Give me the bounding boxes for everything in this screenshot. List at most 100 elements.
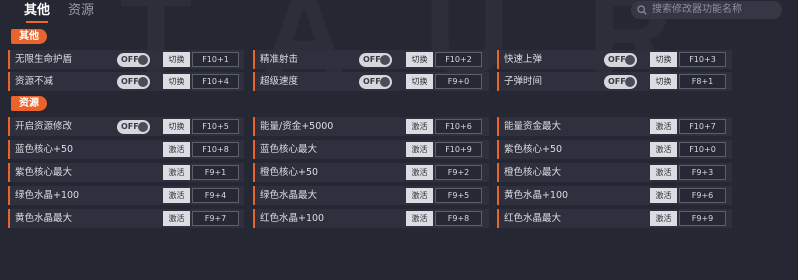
cheat-label: 开启资源修改 xyxy=(15,121,73,132)
cheat-label: 能量/资金+5000 xyxy=(260,121,334,132)
switch-button[interactable]: 切换 xyxy=(163,119,190,134)
hotkey-field[interactable]: F10+3 xyxy=(679,52,726,67)
toggle-knob xyxy=(380,55,390,65)
activate-button[interactable]: 激活 xyxy=(406,165,433,180)
cheat-row: 橙色核心+50 激活 F9+2 xyxy=(253,163,489,182)
off-toggle[interactable]: OFF xyxy=(604,75,637,89)
section-label-1: 资源 xyxy=(11,96,47,111)
cheat-row: 橙色核心最大 激活 F9+3 xyxy=(497,163,732,182)
cheat-row: 绿色水晶最大 激活 F9+5 xyxy=(253,186,489,205)
activate-button[interactable]: 激活 xyxy=(163,165,190,180)
switch-button[interactable]: 切换 xyxy=(650,52,677,67)
top-bar: 其他 资源 搜索修改器功能名称 xyxy=(0,0,798,24)
off-toggle[interactable]: OFF xyxy=(359,53,392,67)
cheat-label: 蓝色核心最大 xyxy=(260,144,318,155)
section-label-0: 其他 xyxy=(11,29,47,44)
hotkey-field[interactable]: F9+9 xyxy=(679,211,726,226)
toggle-state-text: OFF xyxy=(121,55,139,64)
hotkey-field[interactable]: F9+0 xyxy=(435,74,482,89)
cheat-row: 黄色水晶+100 激活 F9+6 xyxy=(497,186,732,205)
hotkey-field[interactable]: F10+7 xyxy=(679,119,726,134)
hotkey-field[interactable]: F9+3 xyxy=(679,165,726,180)
cheat-label: 绿色水晶最大 xyxy=(260,190,318,201)
cheat-row: 红色水晶最大 激活 F9+9 xyxy=(497,209,732,228)
hotkey-field[interactable]: F9+7 xyxy=(192,211,239,226)
toggle-knob xyxy=(138,77,148,87)
toggle-state-text: OFF xyxy=(608,77,626,86)
activate-button[interactable]: 激活 xyxy=(650,119,677,134)
hotkey-field[interactable]: F10+2 xyxy=(435,52,482,67)
hotkey-field[interactable]: F9+8 xyxy=(435,211,482,226)
switch-button[interactable]: 切换 xyxy=(406,52,433,67)
off-toggle[interactable]: OFF xyxy=(117,53,150,67)
toggle-state-text: OFF xyxy=(363,77,381,86)
cheat-label: 快速上弹 xyxy=(504,54,543,65)
hotkey-field[interactable]: F9+4 xyxy=(192,188,239,203)
activate-button[interactable]: 激活 xyxy=(650,211,677,226)
cheat-row: 资源不减 OFF 切换 F10+4 xyxy=(8,72,244,91)
hotkey-field[interactable]: F10+5 xyxy=(192,119,239,134)
toggle-knob xyxy=(138,55,148,65)
cheat-row: 无限生命护盾 OFF 切换 F10+1 xyxy=(8,50,244,69)
cheat-label: 红色水晶+100 xyxy=(260,213,325,224)
toggle-state-text: OFF xyxy=(363,55,381,64)
activate-button[interactable]: 激活 xyxy=(650,142,677,157)
cheat-label: 资源不减 xyxy=(15,76,54,87)
hotkey-field[interactable]: F8+1 xyxy=(679,74,726,89)
cheat-label: 子弹时间 xyxy=(504,76,543,87)
switch-button[interactable]: 切换 xyxy=(650,74,677,89)
hotkey-field[interactable]: F9+1 xyxy=(192,165,239,180)
off-toggle[interactable]: OFF xyxy=(604,53,637,67)
search-box[interactable]: 搜索修改器功能名称 xyxy=(631,1,782,19)
activate-button[interactable]: 激活 xyxy=(650,188,677,203)
cheat-row: 黄色水晶最大 激活 F9+7 xyxy=(8,209,244,228)
toggle-state-text: OFF xyxy=(121,122,139,131)
cheat-label: 红色水晶最大 xyxy=(504,213,562,224)
cheat-label: 橙色核心+50 xyxy=(260,167,319,178)
tab-resources[interactable]: 资源 xyxy=(68,2,94,20)
tab-other[interactable]: 其他 xyxy=(24,2,50,23)
cheat-row: 开启资源修改 OFF 切换 F10+5 xyxy=(8,117,244,136)
activate-button[interactable]: 激活 xyxy=(406,211,433,226)
activate-button[interactable]: 激活 xyxy=(163,188,190,203)
activate-button[interactable]: 激活 xyxy=(650,165,677,180)
cheat-row: 子弹时间 OFF 切换 F8+1 xyxy=(497,72,732,91)
hotkey-field[interactable]: F9+2 xyxy=(435,165,482,180)
hotkey-field[interactable]: F10+4 xyxy=(192,74,239,89)
toggle-knob xyxy=(380,77,390,87)
cheat-label: 紫色核心+50 xyxy=(504,144,563,155)
switch-button[interactable]: 切换 xyxy=(163,52,190,67)
hotkey-field[interactable]: F10+9 xyxy=(435,142,482,157)
cheat-row: 能量/资金+5000 激活 F10+6 xyxy=(253,117,489,136)
hotkey-field[interactable]: F10+8 xyxy=(192,142,239,157)
activate-button[interactable]: 激活 xyxy=(406,188,433,203)
off-toggle[interactable]: OFF xyxy=(117,120,150,134)
activate-button[interactable]: 激活 xyxy=(163,142,190,157)
off-toggle[interactable]: OFF xyxy=(359,75,392,89)
search-input[interactable]: 搜索修改器功能名称 xyxy=(652,3,742,17)
off-toggle[interactable]: OFF xyxy=(117,75,150,89)
hotkey-field[interactable]: F9+5 xyxy=(435,188,482,203)
switch-button[interactable]: 切换 xyxy=(406,74,433,89)
cheat-label: 蓝色核心+50 xyxy=(15,144,74,155)
hotkey-field[interactable]: F10+0 xyxy=(679,142,726,157)
cheat-row: 精准射击 OFF 切换 F10+2 xyxy=(253,50,489,69)
activate-button[interactable]: 激活 xyxy=(163,211,190,226)
toggle-knob xyxy=(625,77,635,87)
cheat-label: 橙色核心最大 xyxy=(504,167,562,178)
cheat-label: 超级速度 xyxy=(260,76,299,87)
hotkey-field[interactable]: F10+6 xyxy=(435,119,482,134)
switch-button[interactable]: 切换 xyxy=(163,74,190,89)
cheat-label: 能量资金最大 xyxy=(504,121,562,132)
cheat-row: 蓝色核心+50 激活 F10+8 xyxy=(8,140,244,159)
hotkey-field[interactable]: F9+6 xyxy=(679,188,726,203)
cheat-row: 紫色核心最大 激活 F9+1 xyxy=(8,163,244,182)
cheat-label: 紫色核心最大 xyxy=(15,167,73,178)
activate-button[interactable]: 激活 xyxy=(406,142,433,157)
hotkey-field[interactable]: F10+1 xyxy=(192,52,239,67)
cheat-label: 绿色水晶+100 xyxy=(15,190,80,201)
cheat-row: 绿色水晶+100 激活 F9+4 xyxy=(8,186,244,205)
activate-button[interactable]: 激活 xyxy=(406,119,433,134)
cheat-row: 超级速度 OFF 切换 F9+0 xyxy=(253,72,489,91)
toggle-state-text: OFF xyxy=(121,77,139,86)
